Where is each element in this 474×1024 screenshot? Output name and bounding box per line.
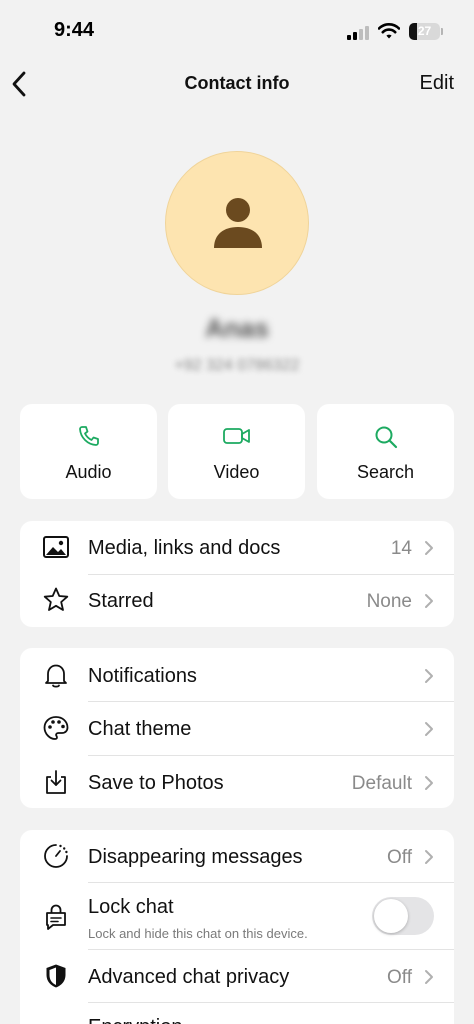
status-time: 9:44 — [54, 19, 95, 41]
battery-level: 27 — [417, 24, 432, 38]
contact-name: Anas — [205, 313, 269, 343]
lock-chat-subtitle: Lock and hide this chat on this device. — [88, 926, 308, 941]
timer-icon — [44, 844, 68, 868]
media-section: Media, links and docs 14 Starred None — [20, 521, 454, 627]
image-icon — [43, 536, 69, 558]
settings-section: Notifications Chat theme Save to Photos … — [20, 648, 454, 808]
lock-chat-label: Lock chat — [88, 896, 174, 918]
video-camera-icon — [222, 428, 250, 444]
star-icon — [43, 587, 69, 611]
media-links-docs-row[interactable]: Media, links and docs 14 — [20, 521, 454, 574]
page-title: Contact info — [184, 73, 290, 93]
chevron-right-icon — [425, 594, 433, 608]
chat-theme-row[interactable]: Chat theme — [20, 702, 454, 755]
search-label: Search — [356, 462, 415, 482]
media-count: 14 — [390, 538, 412, 559]
chat-theme-label: Chat theme — [88, 718, 192, 740]
save-to-photos-value: Default — [351, 773, 412, 794]
person-icon — [214, 198, 262, 248]
media-label: Media, links and docs — [88, 537, 281, 559]
notifications-label: Notifications — [88, 665, 197, 687]
chevron-right-icon — [425, 541, 433, 555]
notifications-row[interactable]: Notifications — [20, 648, 454, 701]
chevron-right-icon — [425, 970, 433, 984]
save-download-icon — [46, 770, 66, 794]
chevron-right-icon — [425, 850, 433, 864]
lock-chat-row: Lock chat Lock and hide this chat on thi… — [20, 883, 454, 949]
edit-button[interactable]: Edit — [420, 72, 454, 95]
advanced-chat-privacy-value: Off — [387, 967, 412, 988]
disappearing-messages-value: Off — [387, 847, 412, 868]
starred-label: Starred — [88, 590, 154, 612]
chevron-right-icon — [425, 722, 433, 736]
lock-chat-toggle[interactable] — [372, 897, 434, 935]
shield-icon — [46, 964, 66, 988]
video-label: Video — [213, 462, 260, 482]
chevron-right-icon — [425, 669, 433, 683]
advanced-chat-privacy-row[interactable]: Advanced chat privacy Off — [20, 950, 454, 1002]
advanced-chat-privacy-label: Advanced chat privacy — [88, 966, 290, 988]
phone-icon — [78, 426, 99, 446]
disappearing-messages-row[interactable]: Disappearing messages Off — [20, 830, 454, 882]
status-bar: 9:44 27 — [0, 0, 474, 60]
search-button[interactable]: Search — [317, 404, 454, 499]
cellular-signal-icon — [347, 26, 371, 40]
search-icon — [375, 426, 397, 449]
encryption-label: Encryption — [88, 1016, 183, 1024]
disappearing-messages-label: Disappearing messages — [88, 846, 303, 868]
lock-chat-icon — [46, 904, 66, 930]
starred-row[interactable]: Starred None — [20, 575, 454, 627]
wifi-icon — [377, 22, 401, 40]
privacy-section: Disappearing messages Off Lock chat Lock… — [20, 830, 454, 1024]
save-to-photos-row[interactable]: Save to Photos Default — [20, 756, 454, 808]
encryption-row[interactable]: Encryption — [20, 1003, 454, 1024]
audio-label: Audio — [65, 462, 112, 482]
save-to-photos-label: Save to Photos — [88, 772, 224, 794]
audio-call-button[interactable]: Audio — [20, 404, 157, 499]
video-call-button[interactable]: Video — [168, 404, 305, 499]
chevron-right-icon — [425, 776, 433, 790]
avatar[interactable] — [165, 151, 309, 295]
starred-value: None — [366, 591, 412, 612]
bell-icon — [45, 664, 67, 688]
palette-icon — [43, 716, 69, 740]
toggle-knob — [374, 899, 408, 933]
contact-phone: +92 324 0786322 — [174, 357, 300, 374]
battery-icon: 27 — [409, 23, 443, 40]
